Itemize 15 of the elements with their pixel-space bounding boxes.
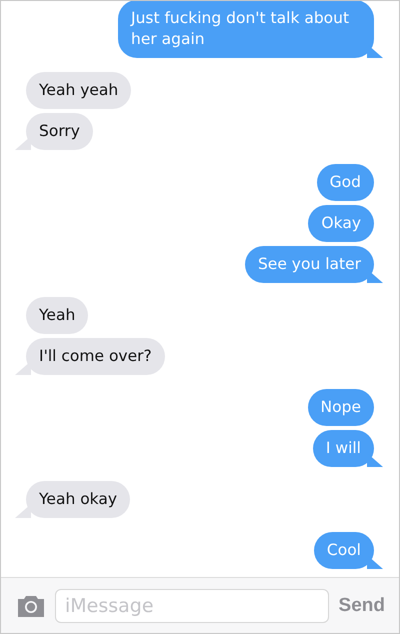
message-bubble: Yeah okay (26, 481, 130, 518)
message-bubble: Okay (308, 205, 374, 242)
message-bubble: I will (312, 430, 374, 467)
message-bubble: I'll come over? (26, 338, 165, 375)
message-bubble: Sorry (26, 113, 93, 150)
message-input-field[interactable]: iMessage (55, 588, 329, 622)
message-bubble: Yeah yeah (26, 72, 132, 109)
message-bubble: Nope (308, 389, 374, 426)
message-bubble: God (316, 164, 374, 201)
camera-icon[interactable] (15, 594, 47, 618)
send-button[interactable]: Send (336, 594, 385, 616)
message-bubble: Cool (314, 532, 374, 569)
message-bubble: See you later (244, 246, 374, 283)
message-bubble: Yeah (26, 297, 88, 334)
message-bubble: Just fucking don't talk about her again (118, 1, 374, 58)
